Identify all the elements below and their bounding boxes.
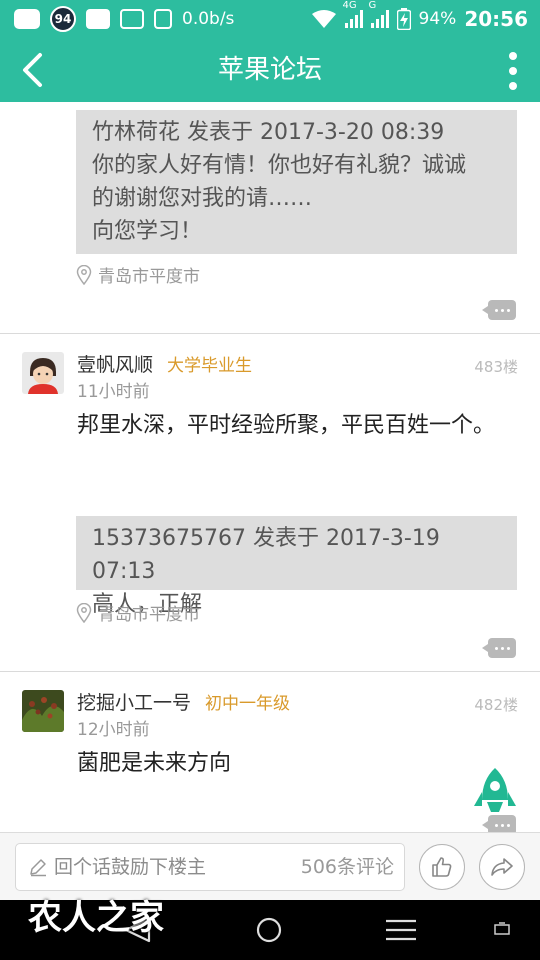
signal-4g: 4G: [343, 0, 363, 28]
divider: [0, 671, 540, 672]
network-speed: 0.0b/s: [182, 9, 235, 29]
location: 青岛市平度市: [76, 600, 200, 625]
user-level: 大学毕业生: [167, 356, 253, 376]
more-dot-icon: [509, 82, 517, 90]
username[interactable]: 壹帆风顺: [77, 354, 153, 376]
reply-comment-button[interactable]: [482, 300, 516, 320]
sim-icon: [154, 9, 172, 29]
post-author: 挖掘小工一号 初中一年级: [77, 688, 290, 715]
location-text: 青岛市平度市: [98, 267, 200, 287]
user-level: 初中一年级: [205, 694, 291, 714]
avatar-image: [22, 690, 64, 732]
signal-icon: [370, 10, 389, 28]
quote-line: 的谢谢您对我的请……: [92, 186, 313, 211]
watermark-logo: 农人之家: [28, 890, 164, 939]
quote-line: 竹林荷花 发表于 2017-3-20 08:39: [92, 120, 445, 145]
more-menu-button[interactable]: [506, 52, 520, 90]
more-dot-icon: [509, 67, 517, 75]
location: 青岛市平度市: [76, 262, 200, 287]
thumbs-up-icon: [432, 857, 452, 877]
wifi-icon: [311, 10, 336, 28]
floor-number: 482楼: [474, 696, 518, 714]
avatar[interactable]: [22, 352, 64, 394]
quote-line: 15373675767 发表于 2017-3-19 07:13: [92, 526, 440, 584]
more-dot-icon: [509, 52, 517, 60]
chat-icon: [86, 9, 110, 29]
username[interactable]: 挖掘小工一号: [77, 692, 191, 714]
post-time: 11小时前: [77, 382, 150, 402]
status-bar-left: 94 0.0b/s: [14, 0, 234, 38]
back-to-top-button[interactable]: [472, 766, 518, 824]
watermark-text: 农人之家: [28, 898, 164, 938]
quote-line: 向您学习！: [92, 219, 203, 244]
quoted-reply: 竹林荷花 发表于 2017-3-20 08:39 你的家人好有情！你也好有礼貌？…: [76, 110, 517, 254]
reply-placeholder: 回个话鼓励下楼主: [54, 856, 207, 878]
image-icon: [120, 9, 144, 29]
post-author: 壹帆风顺 大学毕业生: [77, 350, 252, 377]
signal-icon: [344, 10, 363, 28]
location-pin-icon: [76, 264, 92, 285]
post-text: 菌肥是未来方向: [77, 751, 232, 776]
pencil-icon: [30, 859, 46, 877]
status-bar: 94 0.0b/s 4G G 94% 20:56: [0, 0, 540, 38]
post-text: 邦里水深，平时经验所聚，平民百姓一个。: [77, 413, 496, 438]
battery-icon: [396, 8, 411, 30]
location-pin-icon: [76, 602, 92, 623]
quote-line: 你的家人好有情！你也好有礼貌？诚诚: [92, 153, 467, 178]
reply-comment-button[interactable]: [482, 638, 516, 658]
clock: 20:56: [464, 7, 528, 31]
page-title: 苹果论坛: [217, 55, 322, 85]
signal-g: G: [369, 0, 389, 28]
comment-list[interactable]: 竹林荷花 发表于 2017-3-20 08:39 你的家人好有情！你也好有礼貌？…: [0, 102, 540, 832]
network-type-4g: 4G: [342, 0, 357, 11]
menu-nav-icon[interactable]: [385, 918, 417, 942]
home-nav-icon[interactable]: [255, 916, 283, 944]
screen-nav-icon[interactable]: [494, 922, 510, 936]
network-type-g: G: [368, 0, 377, 11]
divider: [0, 333, 540, 334]
notification-badge: 94: [50, 6, 76, 32]
like-button[interactable]: [419, 844, 465, 890]
share-button[interactable]: [479, 844, 525, 890]
quoted-reply: 15373675767 发表于 2017-3-19 07:13 高人，正解: [76, 516, 517, 617]
avatar[interactable]: [22, 690, 64, 732]
share-icon: [491, 858, 513, 876]
avatar-image: [22, 352, 64, 394]
reply-input[interactable]: 回个话鼓励下楼主 506条评论: [15, 843, 405, 891]
floor-number: 483楼: [474, 358, 518, 376]
location-text: 青岛市平度市: [98, 605, 200, 625]
rocket-icon: [474, 768, 516, 812]
app-bar: 苹果论坛: [0, 38, 540, 102]
post-time: 12小时前: [77, 720, 150, 740]
message-icon: [14, 9, 40, 29]
battery-percent: 94%: [418, 9, 457, 29]
comment-count[interactable]: 506条评论: [301, 844, 394, 890]
status-bar-right: 4G G 94% 20:56: [311, 0, 528, 38]
